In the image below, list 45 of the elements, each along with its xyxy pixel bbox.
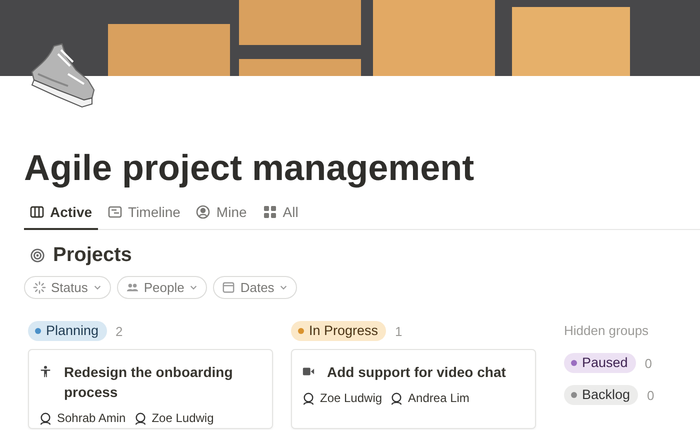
status-label: In Progress: [309, 323, 378, 339]
timeline-icon: [108, 205, 122, 219]
view-tab[interactable]: All: [256, 200, 304, 230]
person-name: Zoe Ludwig: [152, 411, 214, 425]
chevron-down-icon: [92, 283, 102, 292]
group-count: 0: [644, 356, 652, 370]
project-card[interactable]: Add support for video chat Zoe Ludwig Andrea Lim: [291, 349, 536, 429]
columns-icon: [30, 205, 44, 219]
avatar-icon: [134, 412, 147, 424]
avatar-icon: [390, 392, 404, 404]
chevron-down-icon: [189, 283, 198, 292]
person-icon: [39, 365, 52, 378]
target-icon: [30, 248, 45, 262]
person-icon: [196, 205, 210, 219]
calendar-icon: [222, 281, 236, 294]
card-title: Add support for video chat: [327, 363, 506, 382]
person-name: Andrea Lim: [408, 391, 470, 405]
chevron-down-icon: [279, 283, 288, 292]
status-label: Paused: [582, 355, 628, 371]
group-count: 0: [647, 388, 654, 402]
person-name: Zoe Ludwig: [320, 391, 382, 405]
page-title: Agile project management: [24, 146, 476, 190]
person-name: Sohrab Amin: [57, 411, 126, 425]
section-title: Projects: [53, 243, 132, 268]
filter-button[interactable]: Dates: [213, 276, 298, 299]
video-camera-icon: [302, 365, 315, 378]
status-label: Backlog: [582, 387, 630, 403]
group-count: 1: [395, 324, 402, 338]
card-title: Redesign the onboarding process: [64, 363, 234, 402]
status-tag[interactable]: Backlog: [564, 385, 638, 405]
status-label: Planning: [46, 323, 99, 339]
avatar-icon: [39, 412, 52, 424]
project-card[interactable]: Redesign the onboarding process Sohrab Amin Zoe Ludwig: [28, 349, 273, 429]
avatar-icon: [302, 392, 315, 404]
filter-button[interactable]: Status: [24, 276, 111, 299]
hidden-groups-label: Hidden groups: [564, 322, 650, 340]
view-tab[interactable]: Mine: [190, 200, 253, 230]
people-icon: [126, 281, 139, 294]
view-tab[interactable]: Active: [24, 200, 98, 230]
status-tag[interactable]: Paused: [564, 353, 636, 373]
grid-icon: [262, 205, 277, 219]
spinner-icon: [33, 281, 46, 294]
filter-button[interactable]: People: [116, 276, 208, 299]
group-count: 2: [116, 324, 123, 338]
view-tab[interactable]: Timeline: [102, 200, 186, 230]
